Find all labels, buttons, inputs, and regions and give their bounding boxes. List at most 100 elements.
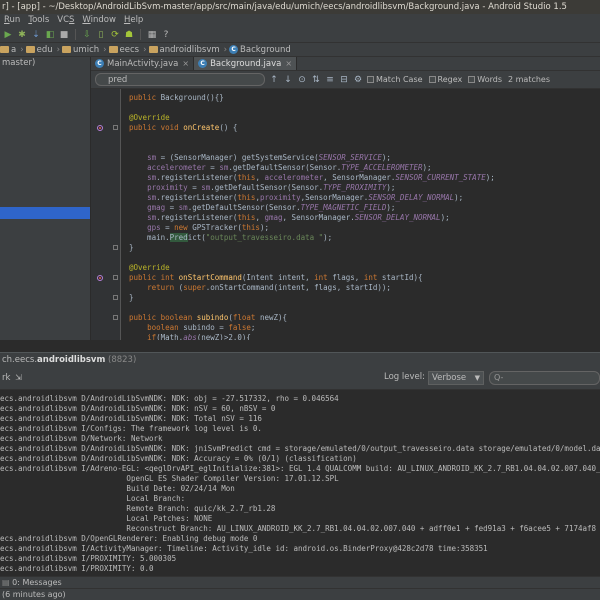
tab-background-java[interactable]: C Background.java ×: [194, 57, 298, 70]
logcat-output[interactable]: ecs.androidlibsvm D/AndroidLibSvmNDK: ND…: [0, 390, 600, 576]
breadcrumb-item-background[interactable]: C Background: [229, 45, 293, 55]
fold-icon[interactable]: [113, 275, 118, 280]
log-line: ecs.androidlibsvm D/Network: Network: [0, 434, 163, 443]
multiline-icon[interactable]: ⊟: [339, 75, 349, 85]
code-token: public: [129, 93, 161, 102]
previous-match-icon[interactable]: ↑: [269, 75, 279, 85]
avd-manager-icon[interactable]: ▯: [95, 29, 107, 41]
checkbox[interactable]: [367, 76, 374, 83]
menu-vcs[interactable]: VCS: [53, 14, 78, 27]
code-line[interactable]: sm.registerListener(this,proximity,Senso…: [129, 193, 463, 203]
sdk-manager-icon[interactable]: ⇩: [81, 29, 93, 41]
debug-icon[interactable]: ✱: [16, 29, 28, 41]
code-line[interactable]: gps = new GPSTracker(this);: [129, 223, 269, 233]
tab-mainactivity-java[interactable]: C MainActivity.java ×: [91, 57, 195, 70]
code-line[interactable]: return (super.onStartCommand(intent, fla…: [129, 283, 391, 293]
code-line[interactable]: sm.registerListener(this, accelerometer,…: [129, 173, 495, 183]
code-line[interactable]: sm.registerListener(this, gmag, SensorMa…: [129, 213, 450, 223]
device-monitor-icon[interactable]: ☗: [123, 29, 135, 41]
match-count: 2 matches: [507, 75, 551, 84]
code-token: subindo =: [183, 323, 229, 332]
code-line[interactable]: @Override: [129, 263, 170, 273]
log-line: Reconstruct Branch: AU_LINUX_ANDROID_KK_…: [0, 524, 597, 533]
attach-icon[interactable]: ⇣: [30, 29, 42, 41]
code-token: SENSOR_DELAY_NORMAL: [368, 193, 455, 202]
settings-icon[interactable]: ⚙: [353, 75, 363, 85]
next-match-icon[interactable]: ↓: [283, 75, 293, 85]
code-token: public boolean: [129, 313, 197, 322]
class-icon: C: [229, 45, 239, 54]
code-line[interactable]: @Override: [129, 113, 170, 123]
messages-tool-button[interactable]: ▤ 0: Messages: [2, 578, 62, 587]
code-editor[interactable]: public Background(){} @Override public voi…: [121, 89, 600, 340]
project-selected-row[interactable]: [0, 207, 90, 219]
code-line[interactable]: proximity = sm.getDefaultSensor(Sensor.T…: [129, 183, 395, 193]
log-level-select[interactable]: Verbose ▼: [428, 371, 484, 385]
code-line[interactable]: main.Predict("output_travesseiro.data ")…: [129, 233, 332, 243]
code-line[interactable]: sm = (SensorManager) getSystemService(SE…: [129, 153, 391, 163]
logcat-tab[interactable]: rk ⇲: [0, 373, 23, 383]
code-line[interactable]: accelerometer = sm.getDefaultSensor(Sens…: [129, 163, 432, 173]
structure-icon[interactable]: ▦: [146, 29, 158, 41]
code-line[interactable]: public boolean subindo(float newZ){: [129, 313, 287, 323]
code-line[interactable]: if(Math.abs(newZ)>2.0){: [129, 333, 251, 340]
project-panel[interactable]: master): [0, 57, 91, 340]
coverage-icon[interactable]: ◧: [44, 29, 56, 41]
find-input[interactable]: [95, 73, 265, 86]
log-level-value: Verbose: [432, 373, 467, 383]
sync-icon[interactable]: ⟳: [109, 29, 121, 41]
menu-window[interactable]: Window: [78, 14, 120, 27]
checkbox[interactable]: [468, 76, 476, 83]
code-token: float: [232, 313, 260, 322]
dock-icon[interactable]: ⇲: [13, 373, 23, 383]
code-token: =: [187, 183, 202, 192]
code-line[interactable]: public void onCreate() {: [129, 123, 237, 133]
filter-icon[interactable]: ≡: [325, 75, 335, 85]
find-all-icon[interactable]: ⊙: [297, 75, 307, 85]
code-line[interactable]: }: [129, 243, 134, 253]
breadcrumb-item-eecs[interactable]: eecs: [108, 45, 142, 55]
code-token: gmag: [147, 203, 166, 212]
fold-icon[interactable]: [113, 125, 118, 130]
project-root-label[interactable]: master): [0, 57, 90, 69]
stop-icon[interactable]: ■: [58, 29, 70, 41]
menu-run[interactable]: Run: [0, 14, 24, 27]
fold-icon[interactable]: [113, 315, 118, 320]
code-token: proximity: [259, 193, 301, 202]
code-token: sm: [178, 203, 188, 212]
find-option-regex[interactable]: Regex: [428, 75, 462, 84]
fold-icon[interactable]: [113, 245, 118, 250]
code-token: ict(: [187, 233, 206, 242]
run-icon[interactable]: ▶: [2, 29, 14, 41]
breadcrumb-item-edu[interactable]: edu: [25, 45, 55, 55]
menu-tools[interactable]: Tools: [24, 14, 53, 27]
close-icon[interactable]: ×: [182, 59, 189, 68]
find-option-words[interactable]: Words: [468, 75, 502, 84]
breadcrumb-item-a[interactable]: a: [0, 45, 18, 55]
code-token: = (SensorManager) getSystemService(: [156, 153, 319, 162]
checkbox[interactable]: [428, 76, 436, 83]
breadcrumb-item-umich[interactable]: umich: [62, 45, 101, 55]
breadcrumb-item-androidlibsvm[interactable]: androidlibsvm: [148, 45, 222, 55]
code-token: startId){: [381, 273, 423, 282]
code-token: .getDefaultSensor(Sensor.: [228, 163, 342, 172]
logcat-search-input[interactable]: Q-: [489, 371, 600, 385]
code-line[interactable]: public int onStartCommand(Intent intent,…: [129, 273, 423, 283]
help-icon[interactable]: ?: [160, 29, 172, 41]
code-line[interactable]: }: [129, 293, 134, 303]
override-marker-icon[interactable]: [97, 275, 103, 281]
code-token: );: [422, 163, 432, 172]
code-line[interactable]: gmag = sm.getDefaultSensor(Sensor.TYPE_M…: [129, 203, 395, 213]
menu-help[interactable]: Help: [120, 14, 147, 27]
close-icon[interactable]: ×: [285, 59, 292, 68]
code-line[interactable]: public Background(){}: [129, 93, 224, 103]
editor-gutter[interactable]: [91, 89, 121, 340]
select-all-icon[interactable]: ⇅: [311, 75, 321, 85]
override-marker-icon[interactable]: [97, 125, 103, 131]
fold-icon[interactable]: [113, 295, 118, 300]
log-line: ecs.androidlibsvm D/AndroidLibSvmNDK: ND…: [0, 394, 339, 403]
find-option-match-case[interactable]: Match Case: [367, 75, 423, 84]
code-line[interactable]: boolean subindo = false;: [129, 323, 255, 333]
log-line: Remote Branch: quic/kk_2.7_rb1.28: [0, 504, 276, 513]
